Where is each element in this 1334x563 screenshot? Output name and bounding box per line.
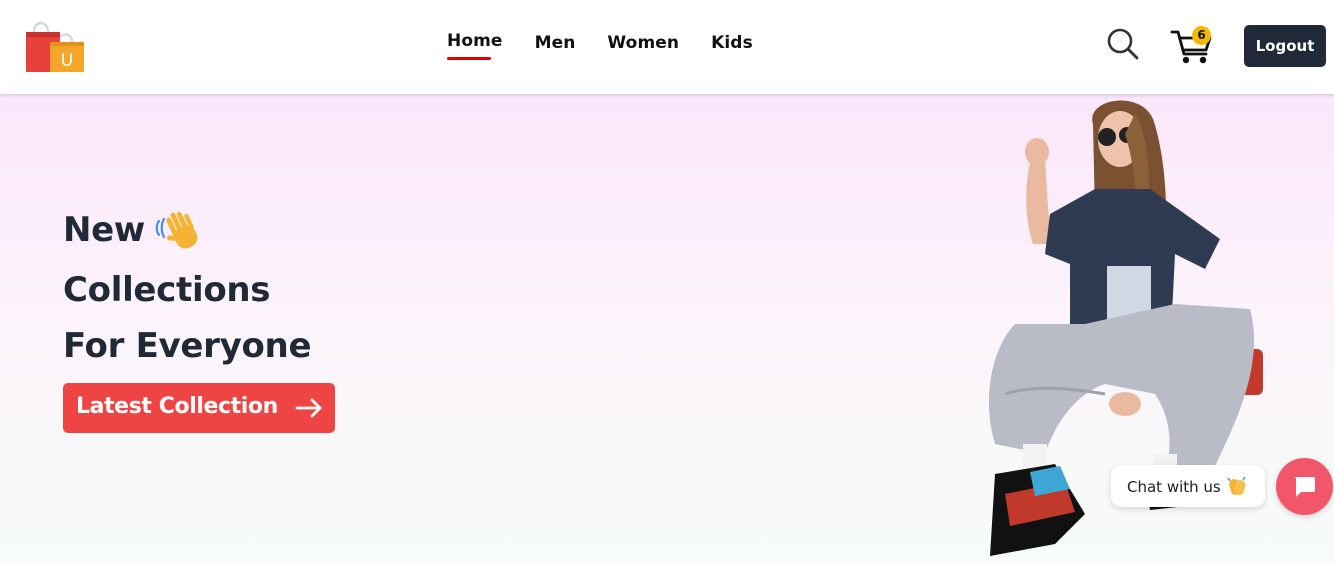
active-nav-underline	[447, 57, 491, 60]
nav-item-women-label: Women	[607, 33, 680, 53]
open-chat-button[interactable]	[1276, 458, 1333, 515]
nav-item-home-label: Home	[447, 31, 503, 51]
nav-item-kids[interactable]: Kids	[711, 33, 753, 53]
waving-hand-icon	[153, 207, 201, 253]
cart-button[interactable]: 6	[1170, 26, 1216, 66]
search-icon	[1107, 28, 1139, 60]
logout-button[interactable]: Logout	[1244, 25, 1326, 67]
nav-item-home[interactable]: Home	[447, 31, 503, 60]
logo-letter: U	[61, 51, 73, 71]
cart-count-badge: 6	[1192, 26, 1211, 45]
nav-item-women[interactable]: Women	[607, 33, 679, 53]
chat-with-us-label: Chat with us	[1127, 478, 1221, 496]
top-navbar: U Home Men Women Kids 6 Logout	[0, 0, 1334, 94]
logo[interactable]: U	[24, 16, 86, 74]
hero-headline-line1: New	[63, 210, 146, 250]
chat-with-us-button[interactable]: Chat with us	[1111, 465, 1265, 507]
arrow-right-icon	[295, 398, 322, 418]
hero-headline-line2: Collections	[63, 270, 271, 310]
chat-bubble-icon	[1295, 477, 1315, 497]
search-button[interactable]	[1106, 27, 1140, 61]
latest-collection-button[interactable]: Latest Collection	[63, 383, 335, 433]
shopping-bags-icon: U	[26, 21, 84, 72]
nav-item-kids-label: Kids	[711, 33, 753, 53]
nav-item-men-label: Men	[534, 33, 576, 53]
clapping-hands-icon	[1227, 476, 1246, 495]
main-nav: Home Men Women Kids	[447, 31, 785, 60]
hero-headline-line3: For Everyone	[63, 326, 312, 366]
nav-item-men[interactable]: Men	[535, 33, 576, 53]
latest-collection-label: Latest Collection	[76, 394, 278, 419]
